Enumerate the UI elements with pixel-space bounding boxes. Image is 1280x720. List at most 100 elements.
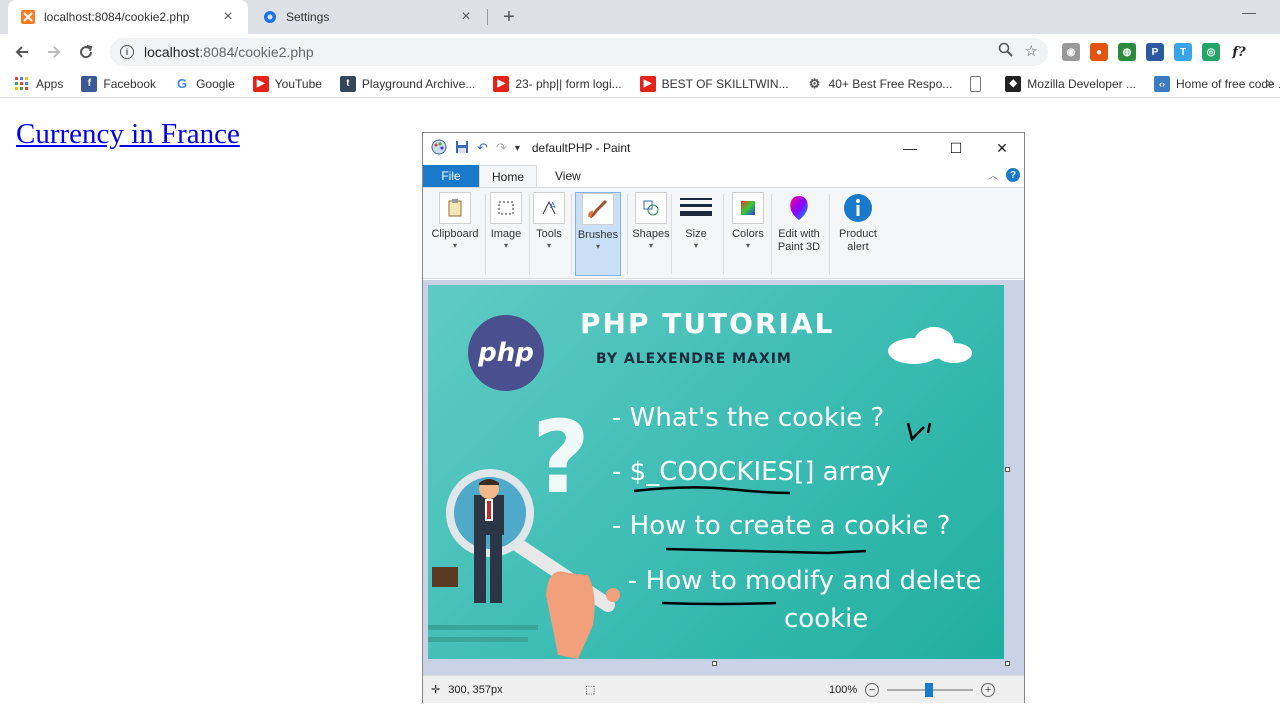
- tab-settings[interactable]: Settings ×: [250, 0, 486, 34]
- tools-icon: A: [533, 192, 565, 224]
- brush-icon: [582, 193, 614, 225]
- selection-size-icon: ⬚: [585, 684, 596, 696]
- group-colors[interactable]: Colors ▾: [727, 192, 769, 276]
- bookmark-youtube[interactable]: ▶ YouTube: [252, 75, 322, 92]
- resize-handle-right[interactable]: [1005, 467, 1010, 472]
- bookmark-playground[interactable]: t Playground Archive...: [339, 75, 475, 92]
- ribbon: Clipboard ▾ Image ▾ A Tools ▾ Brushes ▾: [423, 187, 1024, 279]
- tab-view[interactable]: View: [543, 165, 593, 187]
- image-subtitle: BY ALEXENDRE MAXIM: [596, 351, 792, 367]
- group-clipboard[interactable]: Clipboard ▾: [427, 192, 483, 276]
- reload-button[interactable]: [74, 40, 98, 64]
- drawing-canvas[interactable]: php PHP TUTORIAL BY ALEXENDRE MAXIM ? - …: [428, 285, 1004, 659]
- more-bookmarks-icon[interactable]: »: [1266, 74, 1274, 90]
- extension-function-icon[interactable]: f?: [1230, 43, 1248, 61]
- collapse-ribbon-icon[interactable]: ︿: [988, 167, 998, 182]
- canvas-area: php PHP TUTORIAL BY ALEXENDRE MAXIM ? - …: [423, 280, 1024, 675]
- extension-globe-icon[interactable]: ◍: [1118, 43, 1136, 61]
- extension-p-icon[interactable]: P: [1146, 43, 1164, 61]
- forward-button[interactable]: [42, 40, 66, 64]
- maximize-button[interactable]: ☐: [933, 133, 979, 163]
- bookmark-freecodecamp[interactable]: ‹› Home of free code ...: [1154, 75, 1280, 92]
- group-tools[interactable]: A Tools ▾: [531, 192, 567, 276]
- paint-app-icon[interactable]: [431, 139, 447, 158]
- bookmark-facebook[interactable]: f Facebook: [81, 75, 156, 92]
- url-text: localhost:8084/cookie2.php: [144, 44, 314, 60]
- group-divider: [723, 194, 724, 274]
- browser-toolbar: i localhost:8084/cookie2.php ☆ ◉ ● ◍ P T…: [0, 34, 1280, 70]
- zoom-slider[interactable]: [887, 682, 974, 697]
- bookmark-apps[interactable]: Apps: [14, 76, 63, 92]
- arrow-left-icon: [15, 46, 28, 58]
- minimize-button[interactable]: —: [887, 133, 933, 163]
- chevron-down-icon: ▾: [648, 241, 653, 250]
- bookmark-best-free[interactable]: ⚙ 40+ Best Free Respo...: [806, 75, 952, 92]
- xampp-favicon-icon: [20, 9, 36, 25]
- customize-qat-icon[interactable]: ▾: [515, 143, 520, 154]
- bookmark-google[interactable]: G Google: [174, 75, 235, 92]
- extension-search-icon[interactable]: ◎: [1202, 43, 1220, 61]
- shapes-icon: [635, 192, 667, 224]
- paint-title-bar: ↶ ↷ ▾ defaultPHP - Paint — ☐ ✕: [423, 133, 1024, 163]
- edit-with-paint3d-button[interactable]: Edit with Paint 3D: [773, 192, 825, 276]
- help-icon[interactable]: ?: [1006, 168, 1020, 182]
- palette-icon: [732, 192, 764, 224]
- line-size-icon: [680, 192, 712, 224]
- paint3d-icon: [783, 192, 815, 224]
- magnifier-illustration: [428, 469, 620, 659]
- group-divider: [771, 194, 772, 274]
- zoom-icon[interactable]: [998, 42, 1013, 61]
- group-size[interactable]: Size ▾: [675, 192, 717, 276]
- group-divider: [529, 194, 530, 274]
- close-icon[interactable]: ×: [220, 8, 236, 26]
- new-tab-button[interactable]: +: [498, 6, 520, 29]
- bookmark-mozilla[interactable]: ◆ Mozilla Developer ...: [1005, 75, 1136, 92]
- tab-file[interactable]: File: [423, 165, 479, 187]
- zoom-in-button[interactable]: +: [981, 682, 996, 697]
- svg-text:A: A: [550, 201, 556, 210]
- freecodecamp-icon: ‹›: [1154, 75, 1170, 92]
- group-image[interactable]: Image ▾: [487, 192, 525, 276]
- bookmark-php-form[interactable]: ▶ 23- php|| form logi...: [493, 75, 622, 92]
- product-alert-button[interactable]: Product alert: [833, 192, 883, 276]
- ink-annotations: [633, 422, 932, 606]
- facebook-icon: f: [81, 75, 98, 92]
- close-icon[interactable]: ×: [458, 8, 474, 26]
- select-icon: [490, 192, 522, 224]
- extension-tff-icon[interactable]: T: [1174, 43, 1192, 61]
- info-icon[interactable]: i: [120, 45, 134, 59]
- resize-handle-corner[interactable]: [1005, 661, 1010, 666]
- zoom-out-button[interactable]: −: [865, 682, 880, 697]
- currency-link[interactable]: Currency in France: [16, 118, 240, 151]
- tab-title: Settings: [286, 10, 330, 24]
- group-shapes[interactable]: Shapes ▾: [629, 192, 673, 276]
- group-brushes[interactable]: Brushes ▾: [575, 192, 621, 276]
- save-icon[interactable]: [455, 140, 469, 157]
- group-divider: [829, 194, 830, 274]
- tab-divider: [487, 9, 488, 25]
- address-bar[interactable]: i localhost:8084/cookie2.php ☆: [110, 38, 1048, 66]
- undo-icon[interactable]: ↶: [477, 140, 488, 156]
- paint-window: ↶ ↷ ▾ defaultPHP - Paint — ☐ ✕ File Home…: [422, 132, 1025, 703]
- crosshair-icon: ✛: [431, 684, 441, 696]
- resize-handle-bottom[interactable]: [712, 661, 717, 666]
- bookmark-skilltwin[interactable]: ▶ BEST OF SKILLTWIN...: [639, 75, 789, 92]
- back-button[interactable]: [10, 40, 34, 64]
- browser-tab-bar: localhost:8084/cookie2.php × Settings × …: [0, 0, 1280, 34]
- camera-icon[interactable]: ◉: [1062, 43, 1080, 61]
- minimize-icon[interactable]: —: [1242, 4, 1256, 20]
- extension-fire-icon[interactable]: ●: [1090, 43, 1108, 61]
- chevron-down-icon: ▾: [546, 241, 551, 250]
- zoom-slider-knob[interactable]: [925, 682, 934, 697]
- star-icon[interactable]: ☆: [1025, 42, 1038, 61]
- tab-home[interactable]: Home: [479, 165, 537, 187]
- group-divider: [627, 194, 628, 274]
- redo-icon[interactable]: ↷: [496, 140, 507, 156]
- chevron-down-icon: ▾: [503, 241, 508, 250]
- bookmark-page[interactable]: [970, 75, 987, 92]
- quick-access-toolbar: ↶ ↷ ▾: [423, 139, 520, 158]
- chevron-down-icon: ▾: [595, 242, 600, 251]
- close-button[interactable]: ✕: [979, 133, 1025, 163]
- reload-icon: [80, 45, 93, 59]
- tab-localhost[interactable]: localhost:8084/cookie2.php ×: [8, 0, 248, 34]
